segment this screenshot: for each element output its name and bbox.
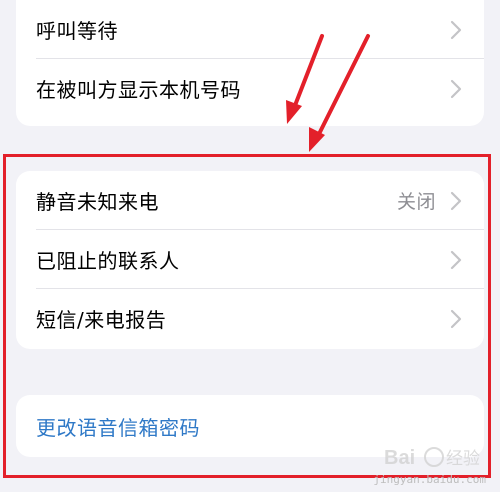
show-caller-id-row[interactable]: 在被叫方显示本机号码 [16, 59, 484, 118]
call-waiting-label: 呼叫等待 [36, 19, 118, 43]
chevron-right-icon [446, 190, 466, 212]
sms-call-reporting-label: 短信/来电报告 [36, 308, 167, 332]
chevron-right-icon [446, 308, 466, 330]
watermark-url: jingyan.baidu.com [373, 473, 486, 486]
call-waiting-row[interactable]: 呼叫等待 [16, 0, 484, 59]
chevron-right-icon [446, 19, 466, 41]
change-voicemail-password-link[interactable]: 更改语音信箱密码 [36, 412, 200, 441]
chevron-right-icon [446, 78, 466, 100]
sms-call-reporting-row[interactable]: 短信/来电报告 [16, 289, 484, 348]
blocked-contacts-label: 已阻止的联系人 [36, 249, 180, 273]
blocked-contacts-row[interactable]: 已阻止的联系人 [16, 230, 484, 289]
settings-group-top: 呼叫等待 在被叫方显示本机号码 [16, 0, 484, 126]
silence-unknown-callers-row[interactable]: 静音未知来电 关闭 [16, 171, 484, 230]
silence-unknown-callers-value: 关闭 [396, 191, 436, 213]
svg-text:Bai: Bai [384, 447, 415, 469]
chevron-right-icon [446, 249, 466, 271]
settings-group-call-blocking: 静音未知来电 关闭 已阻止的联系人 短信/来电报告 [16, 171, 484, 349]
show-caller-id-label: 在被叫方显示本机号码 [36, 78, 241, 102]
silence-unknown-callers-label: 静音未知来电 [36, 190, 159, 214]
svg-text:经验: 经验 [446, 449, 480, 469]
settings-screen: 呼叫等待 在被叫方显示本机号码 静音未知来电 关闭 已阻止的联系人 短信/来电报… [0, 0, 500, 492]
